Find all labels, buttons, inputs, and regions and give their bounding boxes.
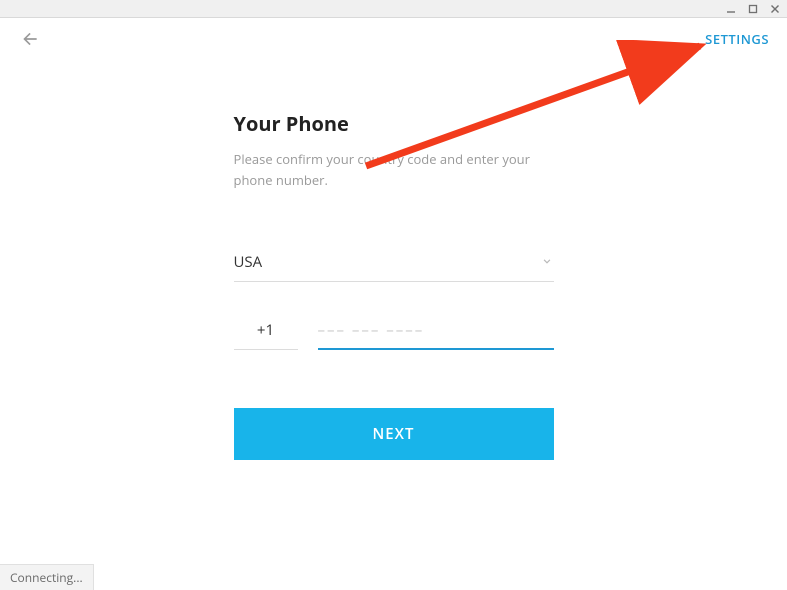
chevron-down-icon: [540, 251, 554, 273]
phone-input-row: +1: [234, 318, 554, 350]
app-header: SETTINGS: [0, 18, 787, 60]
connection-status: Connecting...: [0, 564, 94, 590]
next-button[interactable]: NEXT: [234, 408, 554, 460]
phone-number-input[interactable]: [318, 320, 554, 340]
country-selector[interactable]: USA: [234, 251, 554, 282]
back-button[interactable]: [18, 27, 42, 51]
window-close-button[interactable]: [767, 2, 783, 16]
page-subtitle: Please confirm your country code and ent…: [234, 149, 554, 191]
settings-link[interactable]: SETTINGS: [705, 30, 769, 48]
dial-code-field[interactable]: +1: [234, 318, 298, 350]
dial-code-value: +1: [257, 320, 274, 340]
phone-number-wrap: [318, 318, 554, 350]
window-maximize-button[interactable]: [745, 2, 761, 16]
login-form: Your Phone Please confirm your country c…: [234, 110, 554, 460]
page-title: Your Phone: [234, 110, 554, 137]
country-selected-label: USA: [234, 252, 263, 272]
window-minimize-button[interactable]: [723, 2, 739, 16]
arrow-left-icon: [20, 29, 40, 49]
window-titlebar: [0, 0, 787, 18]
